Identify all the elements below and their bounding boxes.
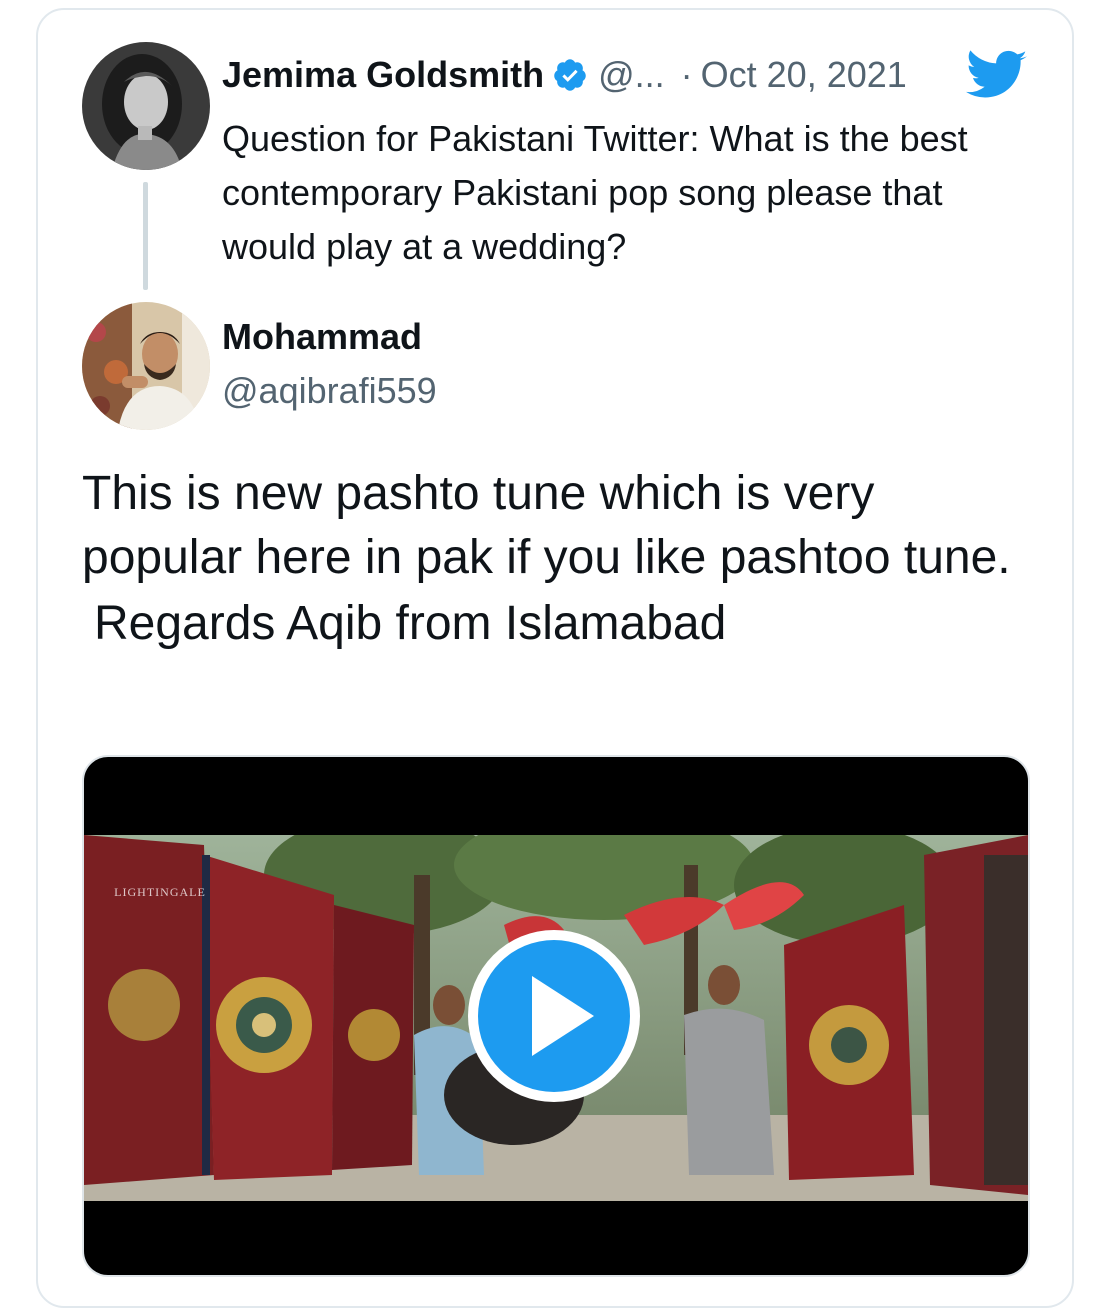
thread-connector-line: [143, 182, 148, 290]
reply-author-name[interactable]: Mohammad: [222, 316, 422, 358]
reply-author-handle[interactable]: @aqibrafi559: [222, 370, 437, 412]
quoted-tweet-header: Jemima Goldsmith @... · Oct 20, 2021: [222, 50, 907, 100]
quoted-tweet-text: Question for Pakistani Twitter: What is …: [222, 118, 968, 267]
reply-tweet-text: This is new pashto tune which is very po…: [82, 462, 1032, 656]
video-watermark: LIGHTINGALE: [114, 885, 206, 899]
reply-text-body: This is new pashto tune which is very po…: [82, 467, 1011, 584]
quoted-author-handle[interactable]: @...: [598, 54, 665, 96]
twitter-bird-icon[interactable]: [966, 50, 1028, 107]
jemima-avatar[interactable]: [82, 42, 210, 170]
quoted-author-name[interactable]: Jemima Goldsmith: [222, 54, 544, 96]
reply-text-signature: Regards Aqib from Islamabad: [94, 597, 727, 650]
quoted-tweet-date[interactable]: Oct 20, 2021: [701, 54, 907, 96]
mohammad-avatar[interactable]: [82, 302, 210, 430]
play-icon[interactable]: [466, 928, 642, 1104]
verified-badge-icon: [552, 57, 588, 93]
header-separator: ·: [680, 54, 693, 95]
